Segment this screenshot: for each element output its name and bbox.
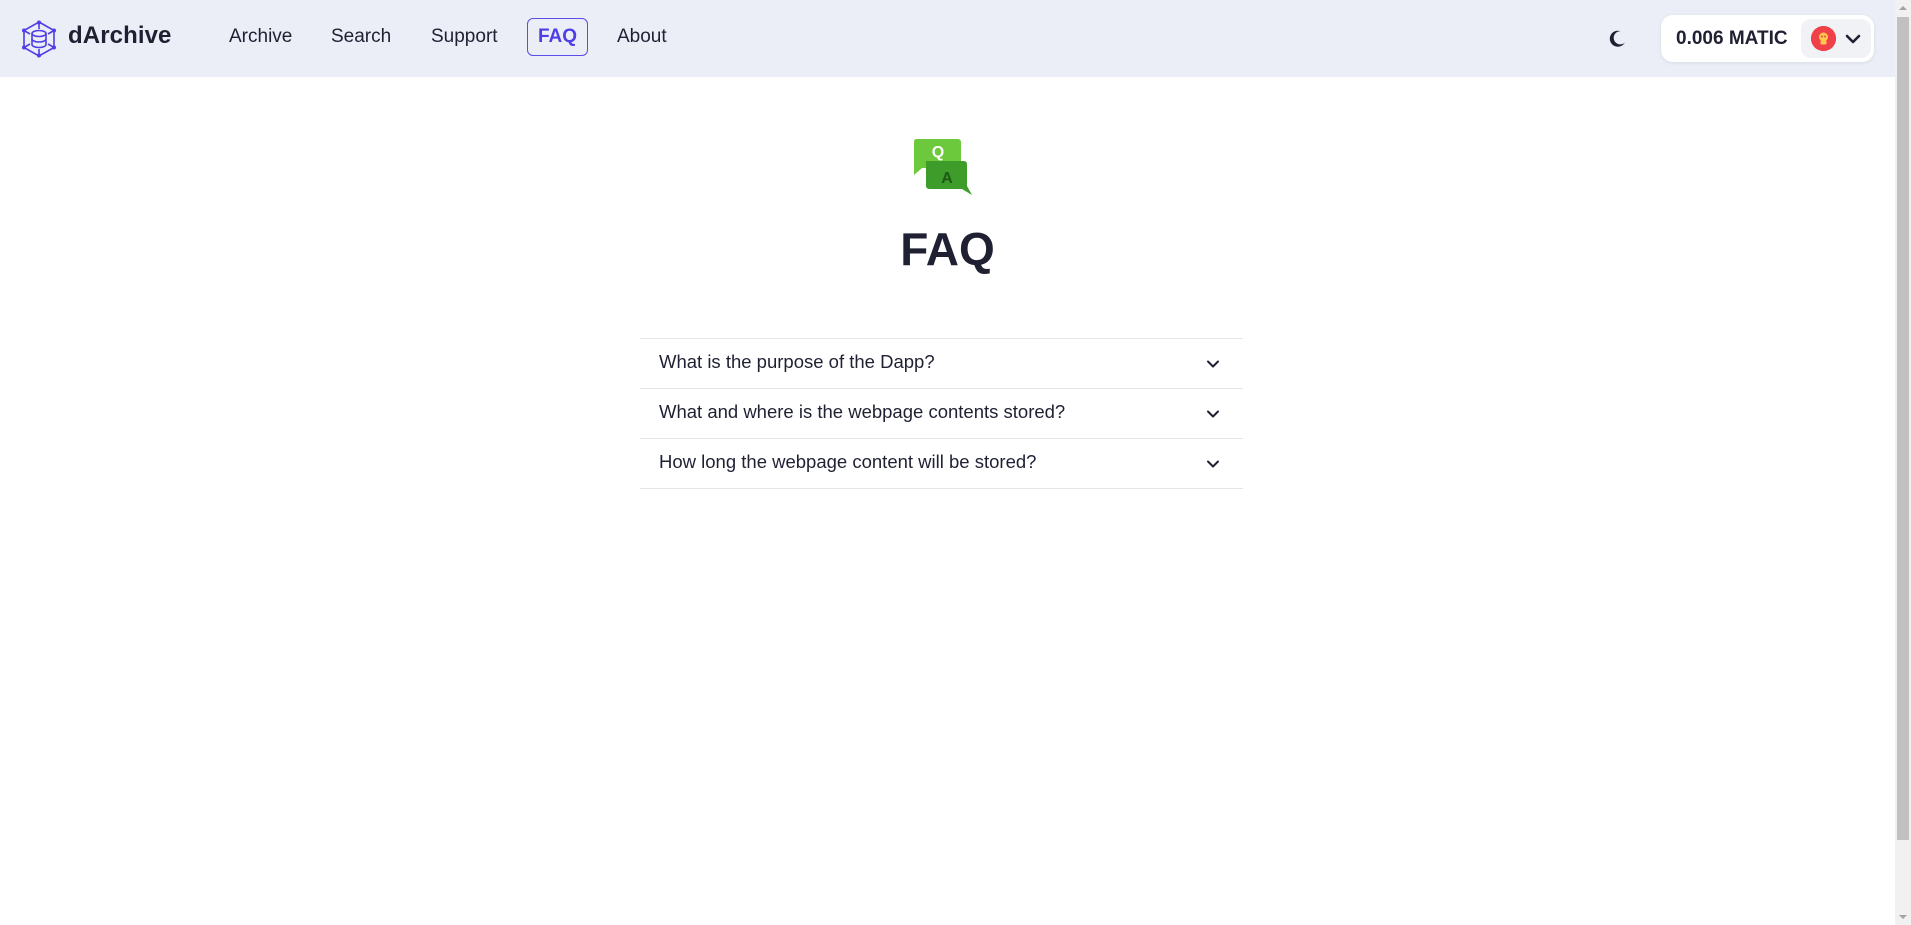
chevron-down-icon [1207,360,1219,368]
wallet-widget: 0.006 MATIC [1661,15,1874,62]
account-menu-button[interactable] [1801,19,1871,58]
qa-icon-q: Q [932,144,944,161]
chevron-down-icon [1207,410,1219,418]
faq-item[interactable]: How long the webpage content will be sto… [640,438,1243,489]
nav-faq[interactable]: FAQ [527,18,589,56]
database-network-icon[interactable] [20,20,58,58]
avatar-icon [1811,26,1836,51]
scroll-up-arrow-icon[interactable] [1895,0,1911,16]
navbar: dArchive Archive Search Support FAQ Abou… [0,0,1895,77]
faq-question: What is the purpose of the Dapp? [659,351,935,372]
nav-about[interactable]: About [617,18,667,56]
nav-archive[interactable]: Archive [229,18,292,56]
faq-question: How long the webpage content will be sto… [659,451,1037,472]
qa-bubbles-icon: Q A [913,139,972,195]
scrollbar-thumb[interactable] [1897,17,1909,840]
scroll-down-arrow-icon[interactable] [1895,909,1911,925]
moon-icon[interactable] [1605,27,1629,51]
qa-icon-a: A [941,170,953,187]
brand-name[interactable]: dArchive [68,22,172,50]
faq-item[interactable]: What is the purpose of the Dapp? [640,338,1243,388]
nav-support[interactable]: Support [431,18,498,56]
vertical-scrollbar[interactable] [1895,0,1911,925]
chevron-down-icon [1207,460,1219,468]
page-title: FAQ [900,223,995,275]
faq-question: What and where is the webpage contents s… [659,401,1066,422]
page: dArchive Archive Search Support FAQ Abou… [0,0,1895,925]
wallet-balance: 0.006 MATIC [1676,28,1788,49]
faq-accordion: What is the purpose of the Dapp? What an… [640,338,1243,489]
nav-search[interactable]: Search [331,18,391,56]
faq-item[interactable]: What and where is the webpage contents s… [640,388,1243,438]
chevron-down-icon [1845,34,1861,44]
